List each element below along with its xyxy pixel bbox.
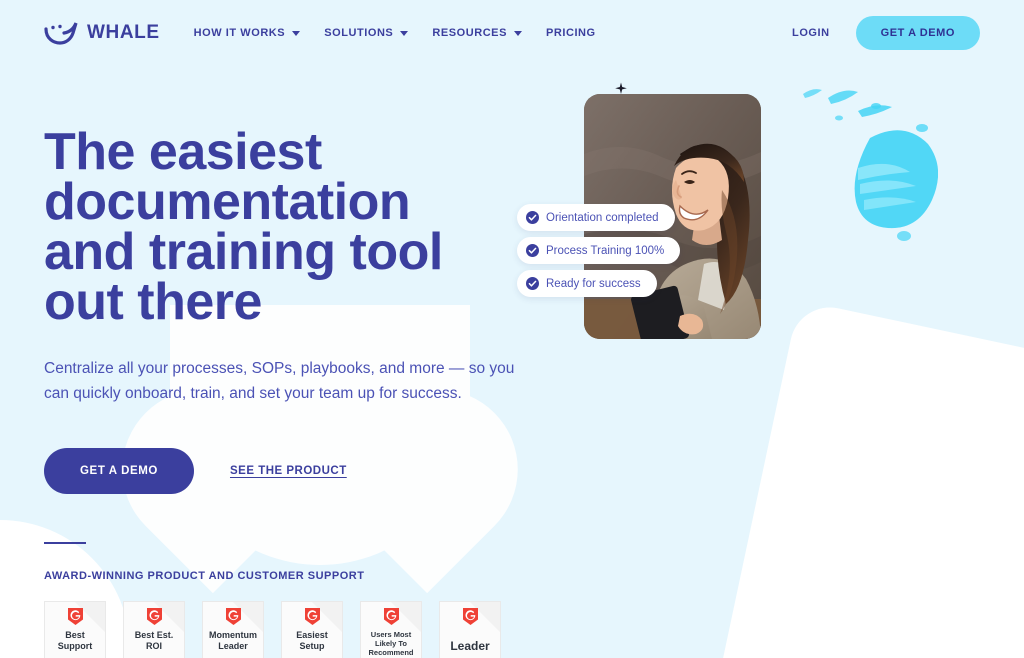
- badge-text: Best Est. ROI: [134, 629, 174, 651]
- g2-badge[interactable]: Users Most Likely To Recommend: [360, 600, 422, 658]
- chevron-down-icon: [292, 30, 301, 36]
- feature-chip[interactable]: Ready for success: [517, 270, 657, 297]
- feature-chip[interactable]: Orientation completed: [517, 204, 675, 231]
- hero-get-a-demo-button[interactable]: GET A DEMO: [44, 447, 194, 494]
- nav-label: RESOURCES: [432, 27, 507, 39]
- hero-section: The easiest documentation and training t…: [0, 66, 1024, 658]
- g2-shield-icon: [146, 607, 163, 626]
- check-circle-icon: [526, 211, 539, 224]
- sparkle-icon: [614, 82, 628, 96]
- g2-shield-icon: [225, 607, 242, 626]
- badge-text: Easiest Setup: [296, 629, 328, 651]
- hero-copy: The easiest documentation and training t…: [44, 66, 544, 658]
- g2-badge[interactable]: Best Est. ROI: [123, 600, 185, 658]
- awards-section: AWARD-WINNING PRODUCT AND CUSTOMER SUPPO…: [44, 541, 544, 658]
- hero-title: The easiest documentation and training t…: [44, 123, 443, 331]
- nav-item-pricing[interactable]: PRICING: [546, 27, 596, 39]
- brand-logo[interactable]: WHALE: [44, 21, 160, 45]
- badge-text: Momentum Leader: [209, 629, 257, 651]
- g2-shield-icon: [67, 607, 84, 626]
- nav-item-resources[interactable]: RESOURCES: [432, 27, 522, 39]
- site-header: WHALE HOW IT WORKS SOLUTIONS RESOURCES P…: [0, 0, 1024, 66]
- brand-name: WHALE: [87, 22, 160, 43]
- g2-badge[interactable]: Leader: [439, 600, 501, 658]
- header-actions: LOGIN GET A DEMO: [792, 16, 980, 50]
- feature-chip[interactable]: Process Training 100%: [517, 237, 681, 264]
- main-navigation: HOW IT WORKS SOLUTIONS RESOURCES PRICING: [194, 27, 596, 39]
- chip-label: Orientation completed: [546, 211, 659, 224]
- g2-badge[interactable]: Momentum Leader: [202, 600, 264, 658]
- hero-actions: GET A DEMO SEE THE PRODUCT: [44, 447, 544, 494]
- see-the-product-link[interactable]: SEE THE PRODUCT: [230, 465, 347, 477]
- nav-item-solutions[interactable]: SOLUTIONS: [324, 27, 409, 39]
- whale-smile-icon: [44, 21, 78, 45]
- g2-badge[interactable]: Best Support: [44, 600, 106, 658]
- hero-subtitle: Centralize all your processes, SOPs, pla…: [44, 359, 515, 402]
- g2-shield-icon: [383, 607, 400, 626]
- divider-rule: [44, 541, 86, 544]
- badge-text: Best Support: [57, 629, 93, 651]
- check-circle-icon: [526, 277, 539, 290]
- badge-text: Leader: [450, 638, 490, 653]
- g2-badge[interactable]: Easiest Setup: [281, 600, 343, 658]
- header-get-a-demo-button[interactable]: GET A DEMO: [855, 16, 980, 50]
- nav-item-how-it-works[interactable]: HOW IT WORKS: [194, 27, 301, 39]
- nav-label: PRICING: [545, 27, 596, 39]
- badge-text: Users Most Likely To Recommend: [368, 629, 414, 658]
- g2-badge-row: Best Support Best Est. ROI Momentum Lead…: [44, 600, 544, 658]
- g2-shield-icon: [462, 607, 479, 626]
- chip-label: Ready for success: [546, 277, 641, 290]
- nav-label: HOW IT WORKS: [193, 27, 286, 39]
- chevron-down-icon: [513, 30, 522, 36]
- awards-label: AWARD-WINNING PRODUCT AND CUSTOMER SUPPO…: [44, 569, 365, 582]
- chevron-down-icon: [400, 30, 409, 36]
- check-circle-icon: [526, 244, 539, 257]
- feature-chip-list: Orientation completed Process Training 1…: [517, 204, 681, 297]
- chip-label: Process Training 100%: [546, 244, 665, 257]
- g2-shield-icon: [304, 607, 321, 626]
- hero-visual: Orientation completed Process Training 1…: [517, 66, 980, 658]
- login-link[interactable]: LOGIN: [792, 27, 830, 39]
- nav-label: SOLUTIONS: [324, 27, 394, 39]
